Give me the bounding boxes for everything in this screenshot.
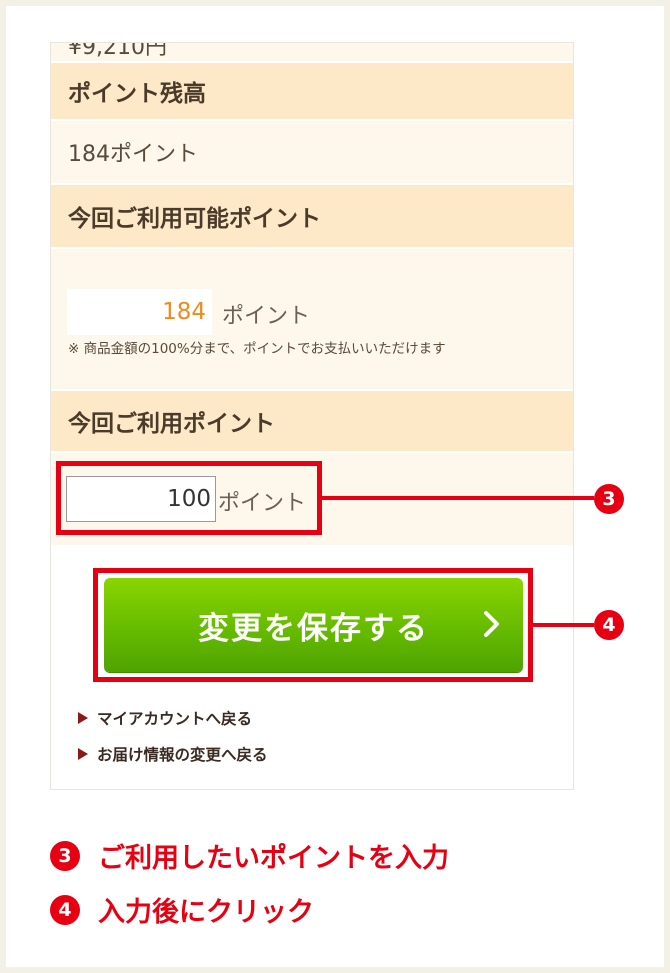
step-3-connector xyxy=(322,496,594,500)
available-points-header: 今回ご利用可能ポイント xyxy=(51,185,573,247)
delivery-info-link[interactable]: お届け情報の変更へ戻る xyxy=(78,743,268,765)
available-points-heading: 今回ご利用可能ポイント xyxy=(68,206,321,232)
triangle-right-icon xyxy=(78,748,88,760)
point-balance-value: 184ポイント xyxy=(68,142,198,167)
step-3-caption: 3 ご利用したいポイントを入力 xyxy=(50,836,449,875)
triangle-right-icon xyxy=(78,712,88,724)
step-3-marker: 3 xyxy=(594,484,624,514)
point-balance-heading: ポイント残高 xyxy=(68,81,206,107)
use-points-header: 今回ご利用ポイント xyxy=(51,391,573,451)
step-4-caption-text: 入力後にクリック xyxy=(98,897,314,928)
step-3-caption-marker: 3 xyxy=(50,840,80,871)
step-3-number: 3 xyxy=(602,488,616,510)
step-4-caption-number: 4 xyxy=(58,898,72,921)
order-total-row: ¥9,210円 xyxy=(51,42,573,61)
order-total-value: ¥9,210円 xyxy=(68,42,167,60)
delivery-info-link-label: お届け情報の変更へ戻る xyxy=(97,746,268,764)
available-points-note: ※ 商品金額の100%分まで、ポイントでお支払いいただけます xyxy=(68,341,446,357)
point-balance-header: ポイント残高 xyxy=(51,63,573,119)
step-3-highlight xyxy=(56,461,322,535)
step-3-caption-text: ご利用したいポイントを入力 xyxy=(98,843,449,874)
step-4-connector xyxy=(533,623,594,627)
step-3-caption-number: 3 xyxy=(58,844,72,867)
step-4-marker: 4 xyxy=(594,610,624,640)
available-points-display: 184 xyxy=(67,289,212,335)
available-points-unit: ポイント xyxy=(222,304,311,329)
use-points-heading: 今回ご利用ポイント xyxy=(68,411,275,437)
step-4-number: 4 xyxy=(602,614,616,636)
available-points-row: 184 ポイント ※ 商品金額の100%分まで、ポイントでお支払いいただけます xyxy=(51,249,573,389)
point-balance-row: 184ポイント xyxy=(51,121,573,183)
my-account-link-label: マイアカウントへ戻る xyxy=(97,710,253,728)
my-account-link[interactable]: マイアカウントへ戻る xyxy=(78,707,252,729)
step-4-highlight xyxy=(93,568,533,682)
step-4-caption-marker: 4 xyxy=(50,894,80,925)
step-4-caption: 4 入力後にクリック xyxy=(50,890,314,929)
